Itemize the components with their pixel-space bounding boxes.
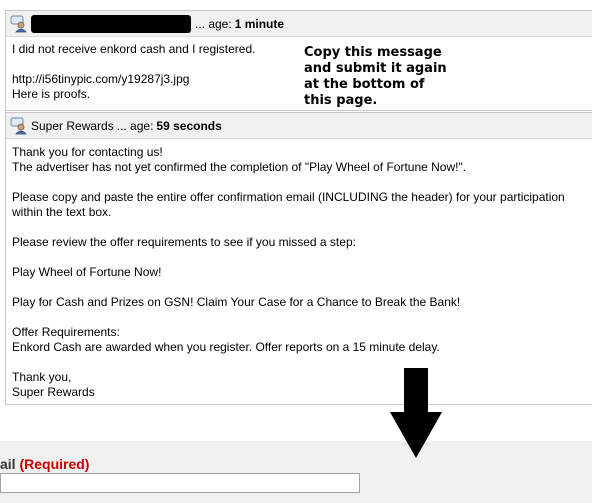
redacted-author (31, 14, 191, 33)
user-comment-icon (10, 15, 28, 33)
user-comment-icon (10, 117, 28, 135)
message-1-header: ... age: 1 minute (6, 11, 592, 37)
message-2-header: Super Rewards ... age: 59 seconds (6, 113, 592, 139)
email-input[interactable] (0, 473, 360, 493)
annotation-text: Copy this message and submit it again at… (304, 45, 447, 108)
age-value: 59 seconds (156, 118, 222, 133)
email-label: ail (Required) (0, 456, 89, 472)
age-label: ... age: (116, 118, 154, 133)
age-label: ... age: (195, 16, 232, 31)
email-label-text: ail (0, 456, 16, 472)
arrow-down-icon (390, 368, 442, 458)
message-1-body: I did not receive enkord cash and I regi… (12, 42, 256, 101)
age-value: 1 minute (234, 16, 285, 31)
message-2-body: Thank you for contacting us! The adverti… (12, 145, 565, 399)
message-2: Super Rewards ... age: 59 seconds Thank … (5, 112, 592, 405)
message-1: ... age: 1 minute I did not receive enko… (5, 10, 592, 111)
required-marker: (Required) (19, 456, 90, 472)
reply-form-panel (0, 441, 592, 503)
message-author: Super Rewards (31, 118, 114, 133)
